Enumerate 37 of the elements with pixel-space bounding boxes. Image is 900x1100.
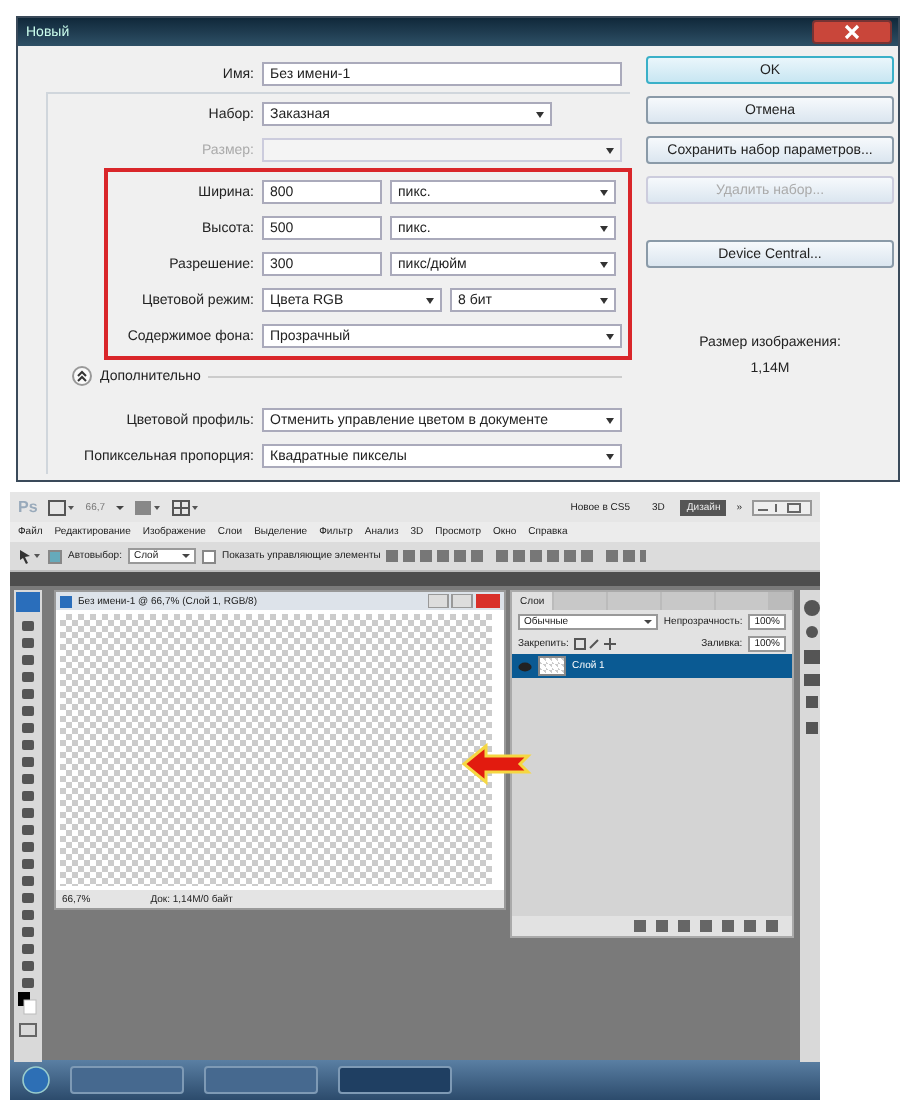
grid-icon[interactable] (133, 499, 162, 515)
dropdown-arrow-icon (600, 261, 608, 267)
collapse-toggle[interactable] (72, 366, 92, 386)
dropdown-arrow-icon (606, 417, 614, 423)
dropdown-arrow-icon (606, 147, 614, 153)
start-button-icon[interactable] (22, 1066, 50, 1094)
move-tool-icon[interactable] (18, 548, 42, 564)
window-controls-icon[interactable] (428, 594, 500, 608)
taskbar-item[interactable] (70, 1066, 184, 1094)
dropdown-arrow-icon (643, 619, 652, 623)
dropdown-arrow-icon (600, 297, 608, 303)
dropdown-arrow-icon (600, 189, 608, 195)
checkbox[interactable] (201, 549, 216, 563)
dropdown-arrow-icon (606, 453, 614, 459)
layer-thumbnail (538, 656, 566, 676)
screen-mode-icon[interactable] (47, 499, 76, 515)
dropdown-arrow-icon (181, 554, 190, 558)
left-arrow-icon (460, 742, 532, 786)
close-icon (844, 24, 860, 40)
dropdown-arrow-icon (606, 333, 614, 339)
dropdown-arrow-icon (426, 297, 434, 303)
taskbar-item[interactable] (338, 1066, 452, 1094)
dropdown-arrow-icon (600, 225, 608, 231)
dropdown-arrow-icon (536, 111, 544, 117)
app-logo: Ps (18, 498, 38, 516)
checkbox[interactable] (48, 549, 62, 563)
dropdown-arrow-icon (115, 505, 124, 509)
eye-icon[interactable] (518, 661, 532, 671)
panel-footer-icons-drawing[interactable] (634, 920, 784, 932)
align-icons-drawing[interactable] (386, 548, 647, 564)
document-icon (60, 595, 72, 607)
dock-icons-drawing[interactable] (802, 598, 820, 738)
window-controls-icon[interactable] (752, 499, 812, 515)
arrange-icon[interactable] (171, 499, 200, 515)
taskbar-item[interactable] (204, 1066, 318, 1094)
close-button[interactable] (812, 20, 892, 44)
chevron-icon (74, 368, 90, 384)
